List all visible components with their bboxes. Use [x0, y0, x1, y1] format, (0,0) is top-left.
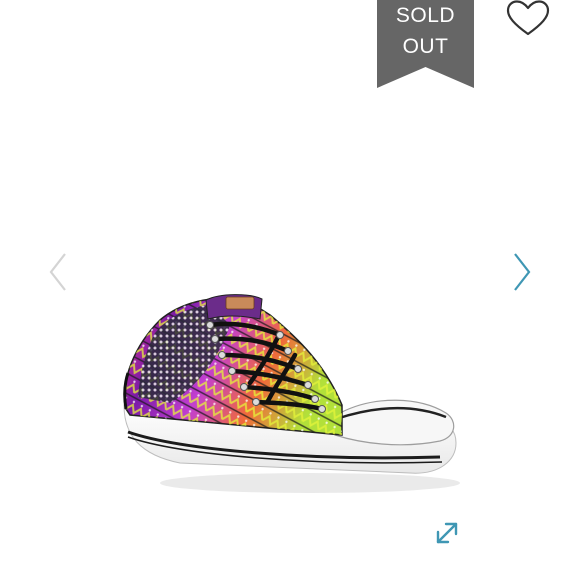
- chevron-left-icon: [49, 253, 66, 291]
- expand-image-button[interactable]: [432, 518, 462, 548]
- product-image-gallery: SOLD OUT: [0, 0, 580, 580]
- expand-diagonal-icon: [436, 522, 458, 544]
- badge-line-out: OUT: [402, 35, 449, 58]
- badge-line-sold: SOLD: [395, 4, 456, 27]
- favorite-button[interactable]: [505, 0, 551, 38]
- sold-out-badge: SOLD OUT: [377, 0, 474, 88]
- heart-outline-icon: [506, 0, 550, 36]
- next-image-button[interactable]: [510, 250, 534, 294]
- chevron-right-icon: [514, 253, 531, 291]
- product-image-sneaker[interactable]: [110, 285, 470, 500]
- previous-image-button[interactable]: [46, 250, 70, 294]
